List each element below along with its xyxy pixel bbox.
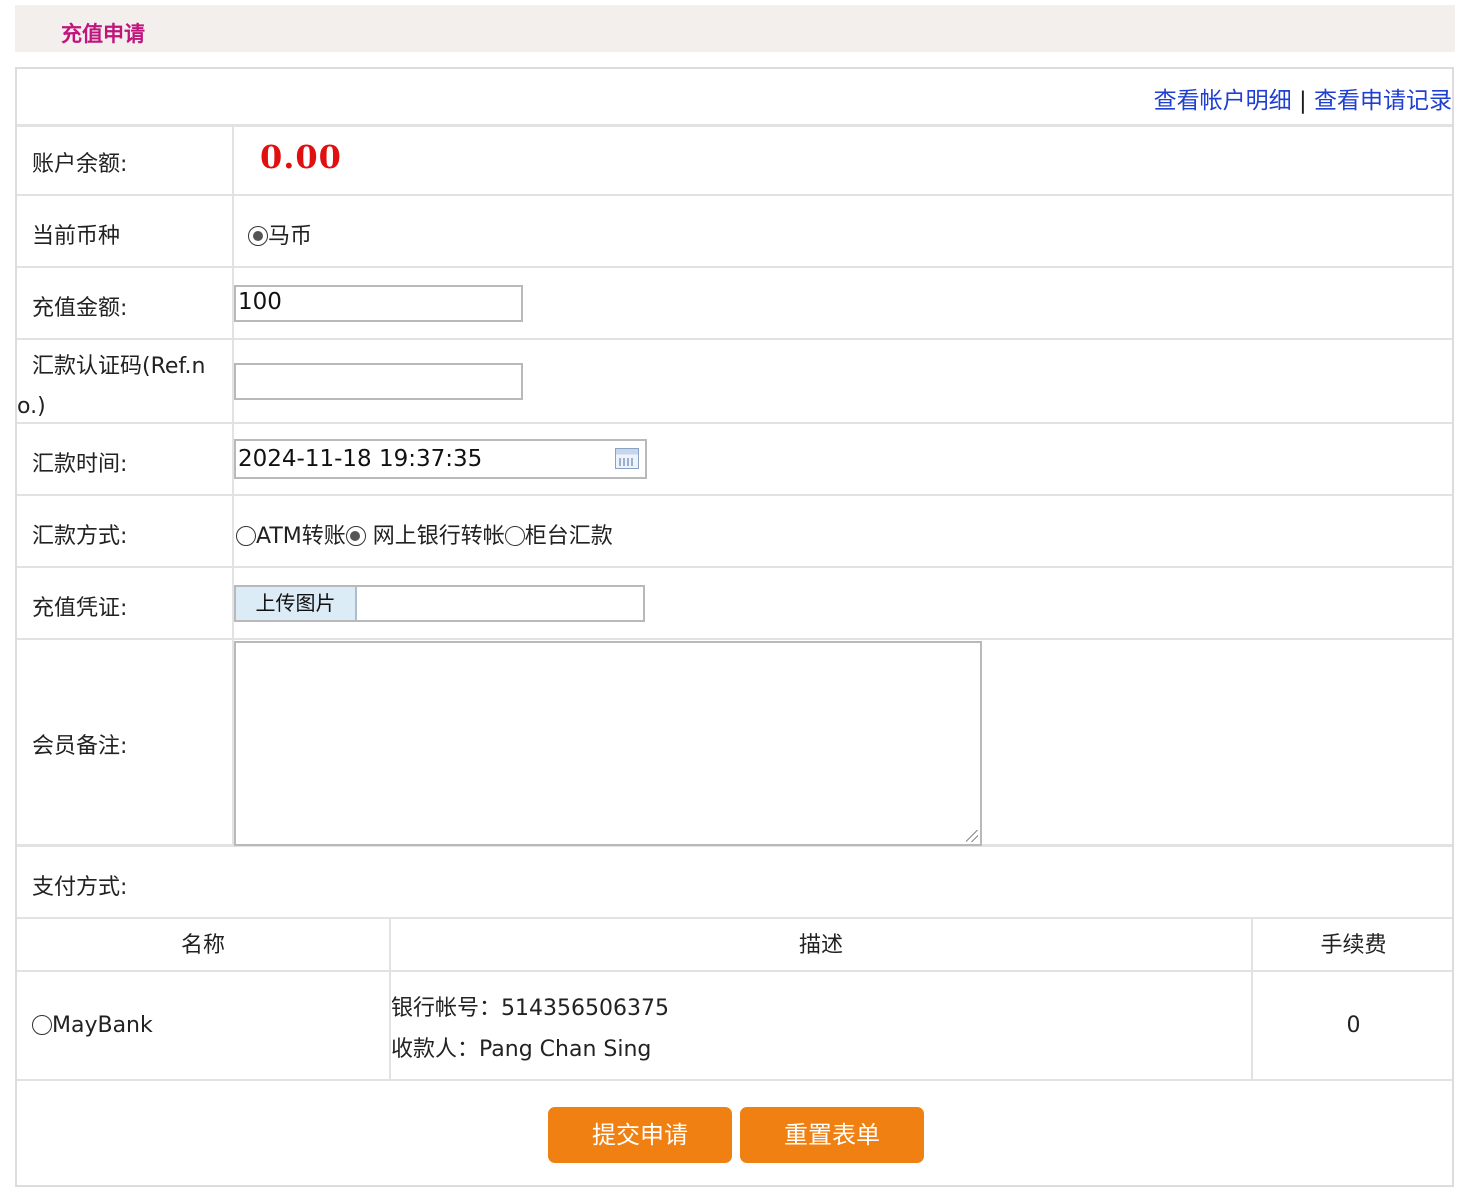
bank-name: MayBank (52, 1013, 153, 1038)
title-bar: 充值申请 (15, 5, 1455, 52)
voucher-row: 充值凭证: 上传图片 (17, 568, 1452, 640)
method-atm-radio[interactable] (236, 526, 256, 546)
ref-row: 汇款认证码(Ref.no.) (17, 340, 1452, 424)
time-row: 汇款时间: 2024-11-18 19:37:35 (17, 424, 1452, 496)
col-desc-header: 描述 (391, 919, 1253, 972)
upload-button[interactable]: 上传图片 (236, 587, 357, 620)
ref-label: 汇款认证码(Ref.no.) (17, 354, 206, 419)
voucher-label: 充值凭证: (32, 596, 128, 621)
amount-label: 充值金额: (32, 296, 128, 321)
note-label: 会员备注: (32, 734, 128, 759)
link-separator: | (1298, 88, 1307, 114)
bank-account: 银行帐号：514356506375 (391, 996, 669, 1021)
col-name-header: 名称 (17, 919, 391, 972)
page-title: 充值申请 (61, 22, 145, 46)
currency-radio[interactable] (248, 226, 268, 246)
currency-row: 当前币种 马币 (17, 196, 1452, 268)
apply-records-link[interactable]: 查看申请记录 (1314, 88, 1452, 114)
note-row: 会员备注: (17, 640, 1452, 847)
reset-button[interactable]: 重置表单 (740, 1107, 924, 1163)
bank-payee: 收款人：Pang Chan Sing (391, 1037, 652, 1062)
resize-grip-icon[interactable] (966, 830, 978, 842)
method-options: ATM转账 网上银行转帐 柜台汇款 (236, 518, 613, 550)
col-fee-header: 手续费 (1320, 933, 1387, 958)
payment-header-row: 名称 描述 手续费 (17, 919, 1452, 972)
method-online-label: 网上银行转帐 (372, 524, 505, 549)
amount-input[interactable]: 100 (234, 285, 523, 322)
payment-label: 支付方式: (32, 875, 128, 900)
method-counter-label: 柜台汇款 (524, 524, 613, 549)
time-value: 2024-11-18 19:37:35 (238, 446, 483, 472)
method-row: 汇款方式: ATM转账 网上银行转帐 柜台汇款 (17, 496, 1452, 568)
time-label: 汇款时间: (32, 452, 128, 477)
recharge-panel: 查看帐户明细 | 查看申请记录 账户余额: 0.00 当前币种 马币 充值金额:… (15, 67, 1454, 1187)
note-textarea[interactable] (234, 641, 982, 846)
ref-input[interactable] (234, 363, 523, 400)
method-atm-label: ATM转账 (256, 524, 346, 549)
balance-label: 账户余额: (32, 152, 128, 177)
method-counter-radio[interactable] (504, 526, 525, 546)
calendar-icon[interactable] (615, 448, 639, 469)
links-row: 查看帐户明细 | 查看申请记录 (17, 69, 1452, 127)
amount-row: 充值金额: 100 (17, 268, 1452, 340)
method-label: 汇款方式: (32, 524, 128, 549)
submit-button[interactable]: 提交申请 (548, 1107, 732, 1163)
maybank-radio[interactable] (32, 1015, 52, 1035)
account-detail-link[interactable]: 查看帐户明细 (1154, 88, 1292, 114)
payment-row: MayBank 银行帐号：514356506375 收款人：Pang Chan … (17, 972, 1452, 1081)
payment-label-row: 支付方式: (17, 847, 1452, 919)
balance-row: 账户余额: 0.00 (17, 124, 1452, 196)
currency-label: 当前币种 (32, 224, 121, 249)
time-input[interactable]: 2024-11-18 19:37:35 (234, 439, 647, 479)
bank-fee: 0 (1346, 1013, 1361, 1038)
top-links: 查看帐户明细 | 查看申请记录 (1154, 81, 1452, 115)
balance-value: 0.00 (260, 138, 342, 176)
method-online-radio[interactable] (345, 526, 366, 546)
currency-option-label: 马币 (268, 224, 313, 249)
file-input[interactable]: 上传图片 (234, 585, 645, 622)
